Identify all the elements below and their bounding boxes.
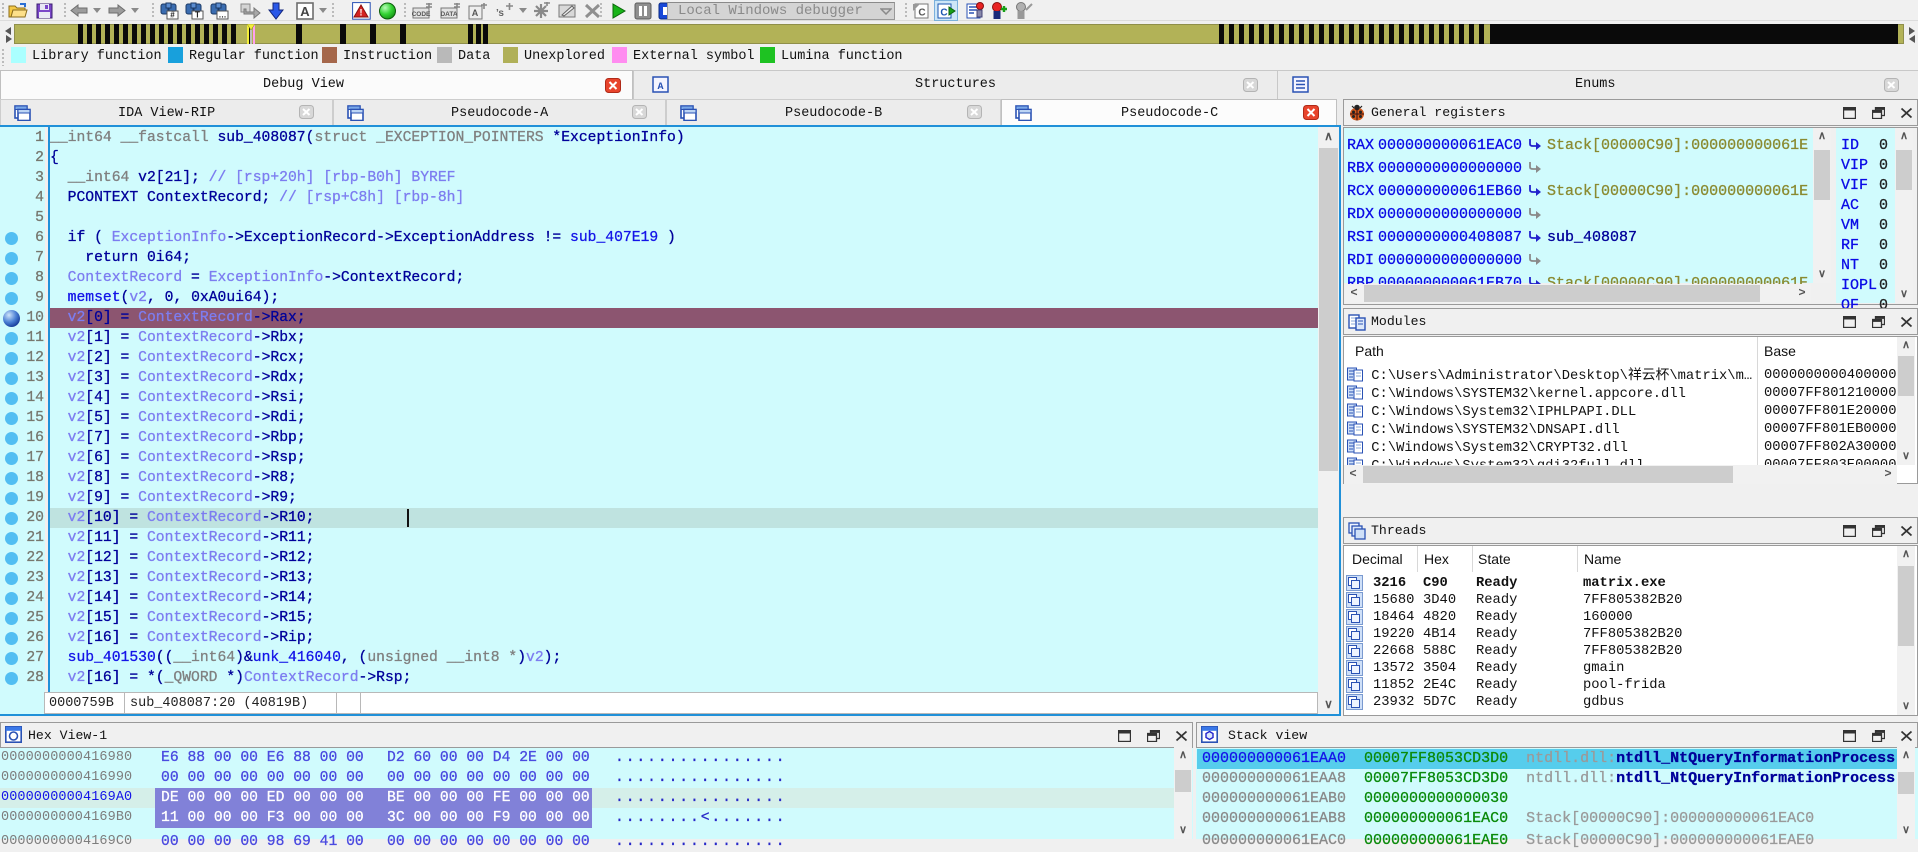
svg-text:C: C <box>940 8 947 19</box>
svg-text:!: ! <box>360 8 363 18</box>
svg-text:A: A <box>657 82 663 93</box>
svg-text:#: # <box>170 11 175 20</box>
svg-text:A: A <box>472 8 479 18</box>
svg-text:…: … <box>219 11 227 20</box>
svg-text:CODE: CODE <box>412 11 431 18</box>
svg-text:’s: ’s <box>496 8 504 19</box>
svg-text:DATA: DATA <box>440 11 457 18</box>
svg-text:T: T <box>195 11 200 20</box>
svg-text:C: C <box>918 8 925 19</box>
svg-text:A: A <box>300 4 310 19</box>
